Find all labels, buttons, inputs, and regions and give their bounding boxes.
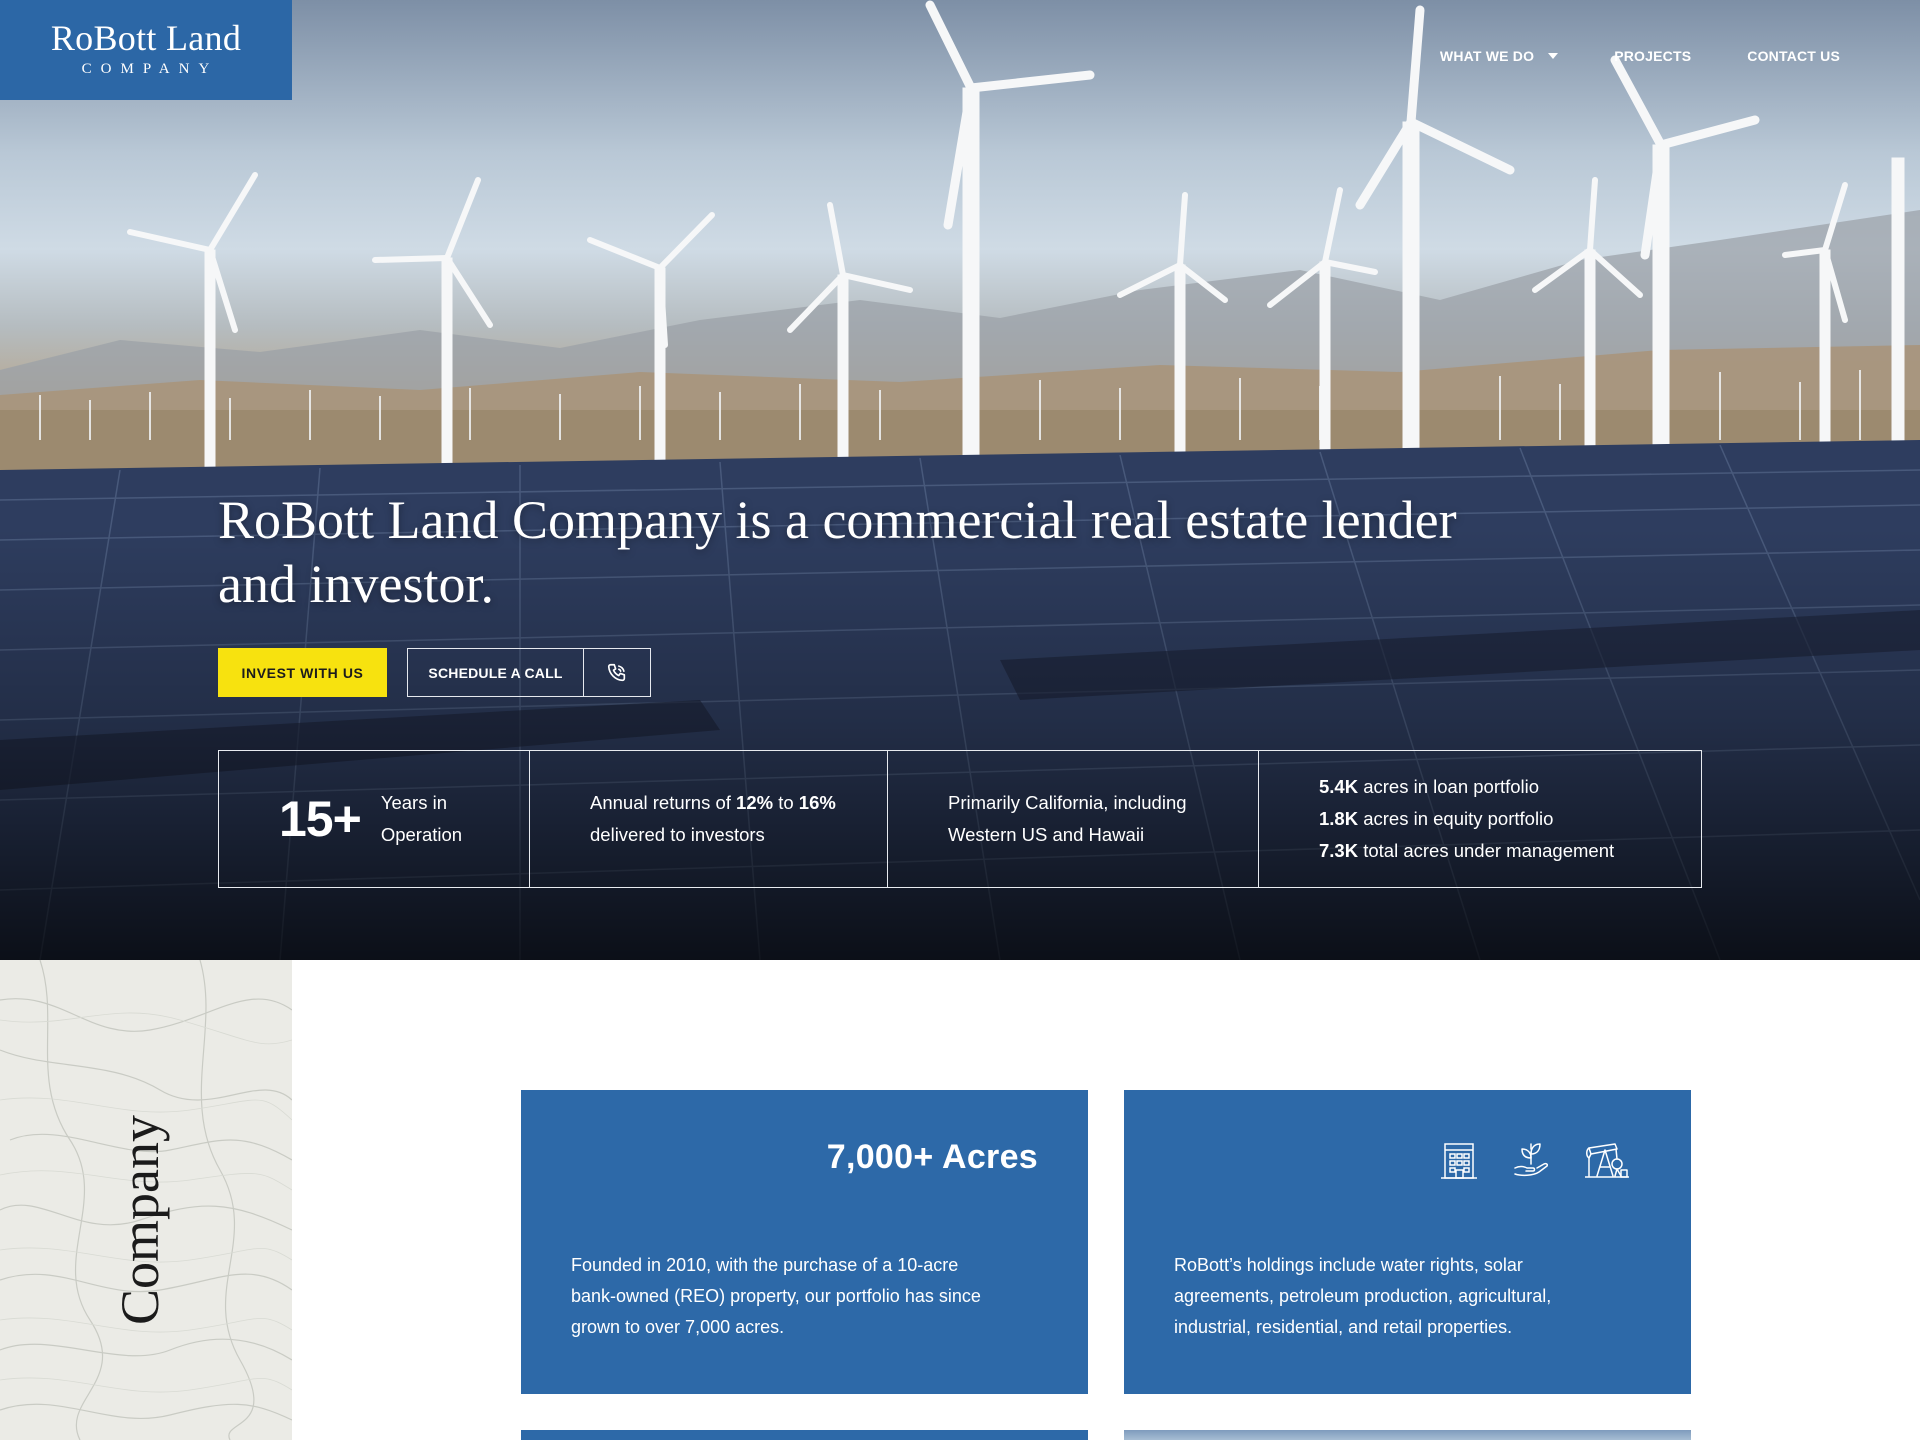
stat-acres-total-value: 7.3K [1319, 840, 1359, 861]
logo-subtitle: COMPANY [81, 61, 219, 77]
nav-item-contact-us[interactable]: CONTACT US [1747, 48, 1840, 64]
plant-in-hand-icon [1511, 1140, 1551, 1180]
stat-region-line-1: Primarily California, including [948, 792, 1187, 813]
hero-headline: RoBott Land Company is a commercial real… [218, 490, 1457, 614]
invest-with-us-button[interactable]: INVEST WITH US [218, 648, 387, 697]
stat-years-text: Years in Operation [381, 787, 462, 851]
stat-returns-prefix: Annual returns of [590, 792, 731, 813]
nav-item-label: CONTACT US [1747, 48, 1840, 64]
stat-acres-total-text: total acres under management [1363, 840, 1615, 861]
nav-item-what-we-do[interactable]: WHAT WE DO [1439, 48, 1559, 64]
holdings-card: RoBott’s holdings include water rights, … [1124, 1090, 1691, 1394]
nav-item-label: PROJECTS [1614, 48, 1692, 64]
stat-returns-line-2: delivered to investors [590, 824, 765, 845]
stat-acres-text: 5.4K acres in loan portfolio 1.8K acres … [1319, 771, 1614, 867]
logo-wordmark: RoBott Land [50, 18, 242, 58]
stat-region-text: Primarily California, including Western … [948, 787, 1187, 851]
main-nav: WHAT WE DO PROJECTS CONTACT US [1440, 48, 1840, 64]
stat-years-in-operation: 15+ Years in Operation [219, 751, 529, 887]
schedule-call-label: SCHEDULE A CALL [408, 649, 584, 696]
stat-years-line-2: Operation [380, 824, 463, 845]
stat-returns-low: 12% [736, 792, 774, 813]
stat-years-number: 15+ [279, 791, 362, 847]
stat-annual-returns: Annual returns of 12% to 16% delivered t… [529, 751, 887, 887]
stat-acres-equity-text: acres in equity portfolio [1363, 808, 1554, 829]
schedule-call-button[interactable]: SCHEDULE A CALL [407, 648, 651, 697]
stat-acres-loan-value: 5.4K [1319, 776, 1359, 797]
holdings-icons [1441, 1140, 1629, 1180]
acres-card: 7,000+ Acres Founded in 2010, with the p… [521, 1090, 1088, 1394]
stat-returns-text: Annual returns of 12% to 16% delivered t… [590, 787, 836, 851]
holdings-card-text: RoBott’s holdings include water rights, … [1174, 1255, 1552, 1337]
next-card-left [521, 1430, 1088, 1440]
company-logo[interactable]: RoBott Land COMPANY [0, 0, 292, 100]
stat-acres-loan-text: acres in loan portfolio [1363, 776, 1540, 797]
acres-card-title: 7,000+ Acres [826, 1138, 1038, 1176]
oil-pump-icon [1585, 1140, 1629, 1180]
nav-item-projects[interactable]: PROJECTS [1614, 48, 1691, 64]
stat-region-line-2: Western US and Hawaii [948, 824, 1145, 845]
stat-returns-high: 16% [798, 792, 836, 813]
stat-returns-to: to [778, 792, 794, 813]
phone-icon[interactable] [584, 649, 650, 696]
building-icon [1441, 1140, 1477, 1180]
stat-region: Primarily California, including Western … [887, 751, 1258, 887]
acres-card-text: Founded in 2010, with the purchase of a … [571, 1255, 981, 1337]
next-card-right-image [1124, 1430, 1691, 1440]
chevron-down-icon [1548, 53, 1559, 59]
stats-bar: 15+ Years in Operation Annual returns of… [218, 750, 1702, 888]
stat-acres-equity-value: 1.8K [1319, 808, 1359, 829]
hero-section: RoBott Land COMPANY WHAT WE DO PROJECTS … [0, 0, 1920, 960]
nav-item-label: WHAT WE DO [1439, 48, 1535, 64]
section-title-company: Company [110, 1115, 170, 1325]
stat-acres: 5.4K acres in loan portfolio 1.8K acres … [1258, 751, 1701, 887]
stat-years-line-1: Years in [380, 792, 447, 813]
